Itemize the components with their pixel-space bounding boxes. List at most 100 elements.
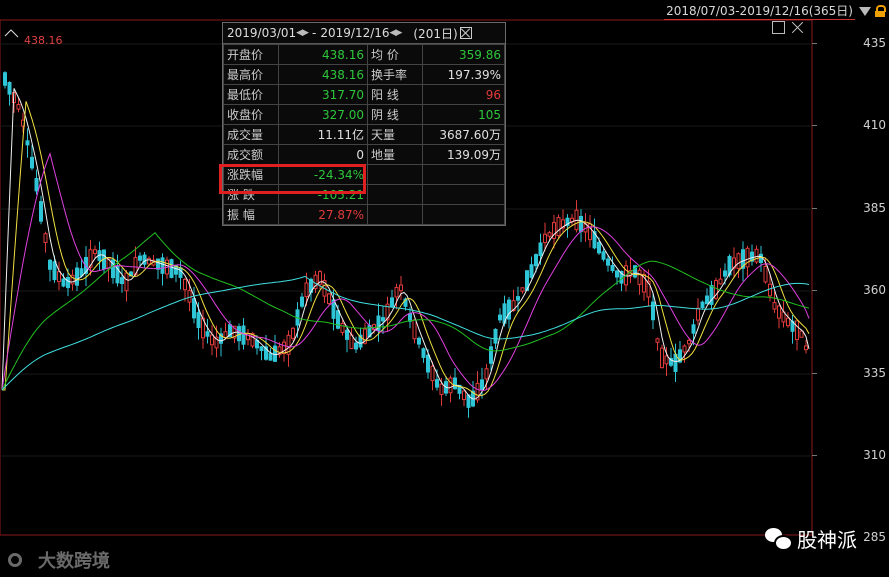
candle-body [606,258,610,266]
left-watermark-text: 大数跨境 [38,551,110,572]
stat-label: 成交额 [223,144,279,165]
stat-value: 0 [278,144,368,165]
candle-body [516,296,520,301]
candle-body [417,337,421,345]
candle-body [57,271,61,283]
left-right-arrow-icon[interactable]: ◀▶ [390,28,403,38]
price-tick: 360 [812,283,888,297]
candle-body [682,345,687,353]
candle-body [786,317,790,327]
candle-body [754,248,759,263]
start-date[interactable]: 2019/03/01 [227,26,296,40]
candle-body [795,320,799,341]
stat-label: 阳 线 [367,84,423,105]
candle-body [43,233,48,243]
range-separator: - [312,26,317,40]
stat-label: 成交量 [223,124,279,145]
candle-body [291,327,295,339]
candle-body [529,264,534,278]
candle-body [534,254,538,267]
candle-body [691,324,696,334]
stat-label: 振 幅 [223,204,279,225]
price-axis: 435 410 385 360 335 310 285 [812,0,889,577]
tick-label: 310 [863,448,886,462]
candle-body [169,259,174,278]
stat-value: 197.39% [422,64,505,85]
stat-value [422,204,505,225]
candle-body [799,330,804,338]
tick-mark [812,455,817,456]
stat-value: 96 [422,84,505,105]
stats-row: 开盘价 438.16 均 价 359.86 [223,44,505,65]
candle-body [660,347,664,369]
panel-close-icon[interactable] [459,27,472,39]
stat-value: 438.16 [278,64,368,85]
stats-row: 成交额 0 地量 139.09万 [223,144,505,165]
candle-body [7,81,12,95]
tick-mark [812,43,817,44]
candle-body [259,346,264,351]
maximize-icon[interactable] [772,21,785,34]
tick-label: 435 [863,36,886,50]
candle-body [547,232,552,237]
end-date[interactable]: 2019/12/16 [320,26,389,40]
stat-value: 139.09万 [422,144,505,165]
candle-body [579,215,583,232]
stat-value: 27.87% [278,204,368,225]
tick-label: 360 [863,283,886,297]
candle-body [480,379,484,391]
candle-body [192,298,196,319]
candle-body [345,329,349,340]
candle-body [610,265,615,272]
candle-body [601,251,606,260]
candle-body [493,328,498,344]
candle-body [340,322,345,333]
right-watermark-text: 股神派 [797,528,857,552]
candle-body [138,255,142,261]
stat-label: 阴 线 [367,104,423,125]
candle-body [39,201,43,222]
candle-body [543,233,547,244]
price-tick: 435 [812,36,888,50]
high-marker-arrow [4,29,19,38]
stat-value: 3687.60万 [422,124,505,145]
candle-body [651,301,655,321]
candle-body [183,278,187,291]
candle-body [426,354,430,373]
candle-body [93,249,97,254]
candle-body [237,326,241,342]
candle-body [538,242,543,257]
stat-label: 最高价 [223,64,279,85]
tick-mark [812,290,817,291]
candle-body [484,368,489,380]
candle-body [223,331,228,339]
left-right-arrow-icon[interactable]: ◀▶ [296,28,309,38]
price-tick: 385 [812,201,888,215]
close-icon[interactable] [791,21,804,34]
candle-body [124,272,129,292]
candle-body [160,257,165,274]
candle-body [327,293,331,305]
candle-body [736,253,741,269]
interval-stats-panel: 2019/03/01 ◀▶ - 2019/12/16 ◀▶ (201日) 开盘价… [222,22,506,226]
stats-row: 最低价 317.70 阳 线 96 [223,84,505,105]
stat-label: 最低价 [223,84,279,105]
candle-body [61,278,66,287]
candle-body [241,325,246,345]
high-price-marker: 438.16 [24,34,63,47]
highlight-box [219,164,366,194]
candle-body [637,269,642,285]
candle-body [381,317,385,322]
candle-body [156,258,160,270]
candle-body [300,296,304,307]
stat-label: 开盘价 [223,44,279,65]
stats-row: 收盘价 327.00 阴 线 105 [223,104,505,125]
candle-body [304,282,309,298]
left-watermark: 大数跨境 [8,547,110,573]
candle-body [52,261,57,281]
candle-body [196,312,201,329]
stat-label: 收盘价 [223,104,279,125]
candle-body [700,301,705,309]
candle-body [25,140,30,146]
tick-label: 335 [863,366,886,380]
